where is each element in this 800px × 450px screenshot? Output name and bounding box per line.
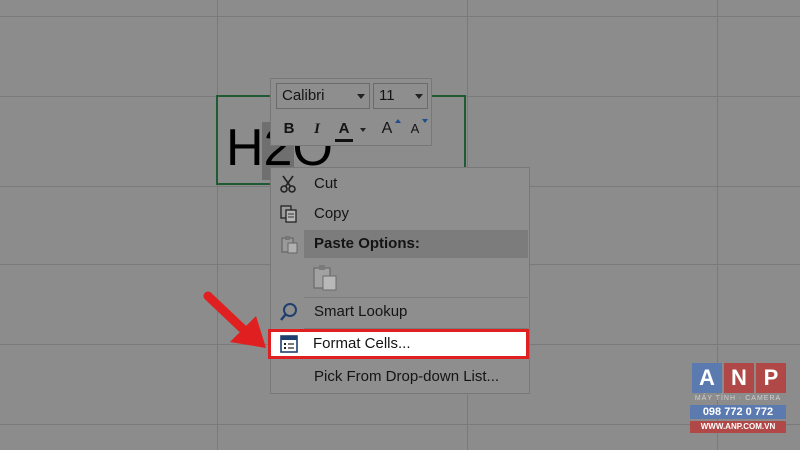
paste-icon (281, 236, 298, 254)
grid-line (217, 0, 218, 450)
logo-subtitle: MÁY TÍNH · CAMERA (694, 395, 782, 402)
format-cells-icon (280, 335, 298, 353)
menu-item-copy[interactable]: Copy (271, 200, 529, 228)
menu-item-format-cells[interactable]: Format Cells... (268, 329, 529, 359)
mini-toolbar: Calibri 11 B I A A A (270, 78, 432, 146)
font-color-swatch (335, 139, 353, 142)
font-name-dropdown[interactable]: Calibri (276, 83, 370, 109)
logo-letter-n: N (724, 363, 754, 393)
italic-button[interactable]: I (307, 117, 327, 141)
paste-option-icon[interactable] (311, 264, 339, 292)
smart-lookup-icon (280, 303, 297, 321)
context-menu: Cut Copy Paste Options: Smart Lookup Pic… (270, 167, 530, 394)
menu-item-label: Cut (314, 175, 338, 192)
chevron-down-icon (357, 94, 365, 99)
menu-item-label: Format Cells... (313, 335, 411, 352)
grid-line (0, 16, 800, 17)
font-color-button[interactable]: A (333, 117, 355, 141)
increase-arrow-icon (395, 119, 401, 123)
menu-item-pick-from-list[interactable]: Pick From Drop-down List... (271, 363, 529, 391)
copy-icon (280, 205, 297, 223)
scissors-icon (280, 175, 296, 193)
grid-line (0, 424, 800, 425)
menu-item-label: Smart Lookup (314, 303, 408, 320)
logo-letter-p: P (756, 363, 786, 393)
font-name-value: Calibri (282, 87, 325, 104)
logo-phone: 098 772 0 772 (690, 405, 786, 419)
logo-letter-a: A (692, 363, 722, 393)
watermark-logo: A N P MÁY TÍNH · CAMERA 098 772 0 772 WW… (690, 363, 790, 437)
menu-item-label: Pick From Drop-down List... (314, 368, 500, 385)
menu-item-label: Copy (314, 205, 350, 222)
decrease-arrow-icon (422, 119, 428, 123)
font-color-dropdown-icon[interactable] (360, 128, 366, 132)
paste-options-header: Paste Options: (304, 230, 528, 258)
menu-item-smart-lookup[interactable]: Smart Lookup (271, 298, 529, 326)
logo-website: WWW.ANP.COM.VN (690, 421, 786, 433)
menu-item-cut[interactable]: Cut (271, 170, 529, 198)
font-size-value: 11 (379, 87, 395, 104)
bold-button[interactable]: B (279, 117, 299, 141)
red-arrow-icon (203, 291, 266, 348)
chevron-down-icon (415, 94, 423, 99)
font-size-dropdown[interactable]: 11 (373, 83, 428, 109)
paste-options-label: Paste Options: (314, 235, 420, 252)
increase-font-button[interactable]: A (377, 117, 397, 141)
